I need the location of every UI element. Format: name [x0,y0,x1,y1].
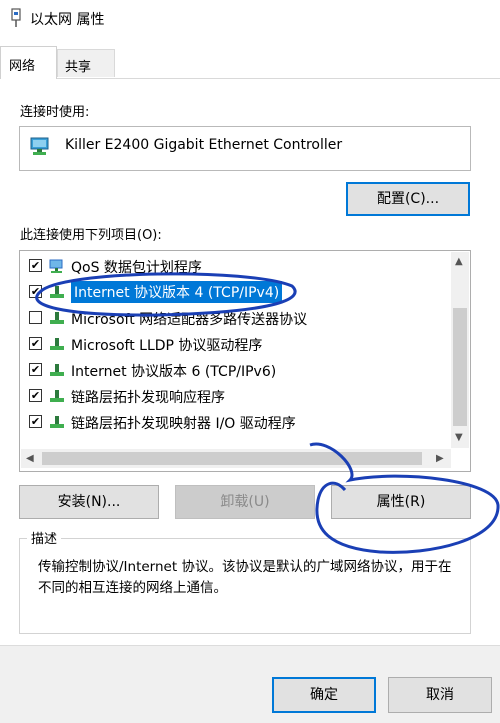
scroll-left-icon[interactable]: ◀ [26,453,34,464]
items-label: 此连接使用下列项目(O): [20,228,162,243]
protocol-icon [49,310,65,326]
item-label: Internet 协议版本 4 (TCP/IPv4) [71,281,283,303]
adapter-name: Killer E2400 Gigabit Ethernet Controller [65,137,343,153]
item-label: QoS 数据包计划程序 [71,260,202,276]
tab-share[interactable]: 共享 [57,49,115,77]
network-card-icon [30,135,52,157]
install-button[interactable]: 安装(N)... [19,485,159,519]
scroll-up-icon[interactable]: ▲ [455,256,463,267]
item-label: Microsoft LLDP 协议驱动程序 [71,338,263,354]
item-label: 链路层拓扑发现响应程序 [71,390,225,406]
item-checkbox[interactable]: ✔ [29,337,42,350]
protocol-icon [49,336,65,352]
protocol-icon [49,284,65,300]
scroll-down-icon[interactable]: ▼ [455,432,463,443]
horizontal-scroll-thumb[interactable] [42,452,422,465]
connect-using-label: 连接时使用: [20,105,90,120]
protocol-icon [49,414,65,430]
tab-network[interactable]: 网络 [0,46,57,79]
properties-button[interactable]: 属性(R) [331,485,471,519]
ok-button[interactable]: 确定 [272,677,376,713]
scroll-right-icon[interactable]: ▶ [436,453,444,464]
item-checkbox[interactable] [29,311,42,324]
item-label: Internet 协议版本 6 (TCP/IPv6) [71,364,277,380]
item-checkbox[interactable]: ✔ [29,285,42,298]
item-checkbox[interactable]: ✔ [29,259,42,272]
window-title: 以太网 属性 [30,12,105,28]
configure-button[interactable]: 配置(C)... [346,182,470,216]
protocol-icon [49,362,65,378]
network-adapter-icon [8,8,24,28]
uninstall-button[interactable]: 卸载(U) [175,485,315,519]
item-label: Microsoft 网络适配器多路传送器协议 [71,312,308,328]
protocol-icon [49,388,65,404]
vertical-scroll-thumb[interactable] [453,308,467,426]
description-text: 传输控制协议/Internet 协议。该协议是默认的广域网络协议，用于在不同的相… [38,559,452,596]
cancel-button[interactable]: 取消 [388,677,492,713]
description-title: 描述 [27,528,62,547]
item-checkbox[interactable]: ✔ [29,389,42,402]
qos-icon [49,258,65,274]
item-checkbox[interactable]: ✔ [29,363,42,376]
item-label: 链路层拓扑发现映射器 I/O 驱动程序 [71,416,296,432]
item-checkbox[interactable]: ✔ [29,415,42,428]
